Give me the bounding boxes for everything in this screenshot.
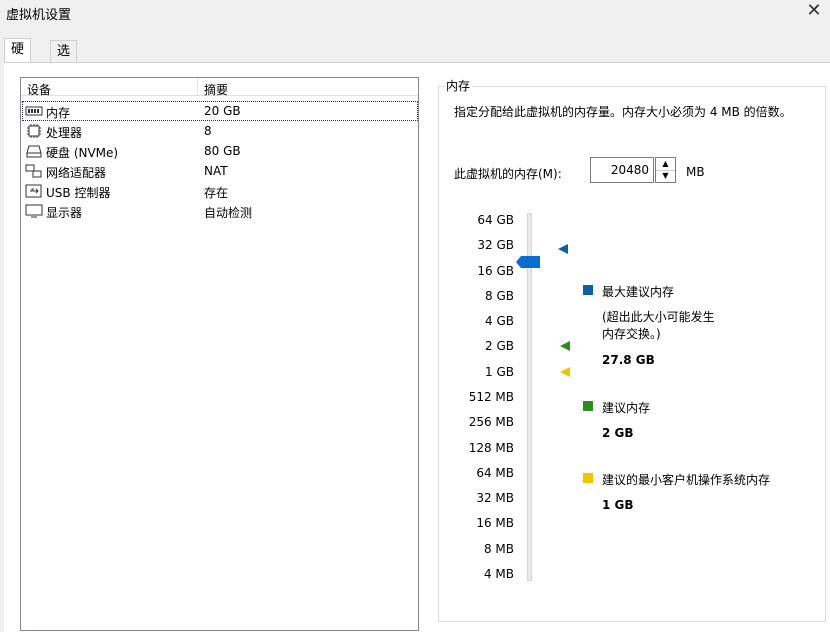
max-memory-note: (超出此大小可能发生内存交换。): [602, 310, 715, 341]
device-name: 处理器: [46, 126, 83, 140]
window-title: 虚拟机设置: [6, 8, 72, 23]
memory-description: 指定分配给此虚拟机的内存量。内存大小必须为 4 MB 的倍数。: [454, 105, 792, 119]
device-list-header: 设备 摘要: [21, 78, 418, 98]
device-row-network-adapter[interactable]: 网络适配器 NAT: [22, 161, 418, 181]
device-name: 内存: [46, 106, 71, 120]
memory-group-title: 内存: [444, 77, 473, 94]
column-divider[interactable]: [197, 78, 198, 95]
scale-label: 16 MB: [476, 516, 514, 530]
close-icon[interactable]: ✕: [802, 0, 826, 24]
memory-icon: [25, 106, 43, 116]
memory-spinner: ▲ ▼: [655, 157, 676, 183]
scale-label: 1 GB: [485, 365, 514, 379]
device-summary: 80 GB: [204, 144, 241, 158]
memory-input-label: 此虚拟机的内存(M):: [454, 167, 562, 181]
scale-label: 8 GB: [485, 289, 514, 303]
scale-label: 4 GB: [485, 314, 514, 328]
memory-unit: MB: [686, 165, 705, 179]
scale-label: 128 MB: [468, 441, 514, 455]
memory-scale: 64 GB 32 GB 16 GB 8 GB 4 GB 2 GB 1 GB 51…: [442, 210, 514, 590]
device-row-display[interactable]: 显示器 自动检测: [22, 201, 418, 221]
recommended-memory-label: 建议内存: [602, 401, 651, 415]
scale-label: 64 GB: [477, 213, 514, 227]
column-header-device[interactable]: 设备: [27, 81, 51, 98]
device-row-hard-disk[interactable]: 硬盘 (NVMe) 80 GB: [22, 141, 418, 161]
memory-input[interactable]: 20480: [590, 157, 654, 183]
memory-slider-track[interactable]: [527, 213, 532, 581]
device-row-processor[interactable]: 处理器 8: [22, 121, 418, 141]
device-name: USB 控制器: [46, 186, 111, 200]
tab-options[interactable]: 选项: [50, 40, 78, 80]
max-memory-value: 27.8 GB: [602, 353, 655, 367]
scale-label: 32 GB: [477, 238, 514, 252]
display-icon: [25, 204, 43, 218]
recommended-memory-marker-icon: [560, 341, 570, 351]
device-row-usb[interactable]: USB 控制器 存在: [22, 181, 418, 201]
max-memory-label: 最大建议内存: [602, 285, 675, 299]
recommended-memory-legend-icon: [583, 401, 593, 411]
network-adapter-icon: [25, 164, 42, 178]
device-name: 显示器: [46, 206, 83, 220]
title-bar: 虚拟机设置 ✕: [0, 0, 830, 26]
processor-icon: [27, 124, 41, 138]
max-memory-legend-icon: [583, 285, 593, 295]
device-summary: 8: [204, 124, 212, 138]
device-summary: 20 GB: [204, 104, 241, 118]
memory-slider-thumb[interactable]: [516, 256, 540, 268]
scale-label: 64 MB: [476, 466, 514, 480]
scale-label: 4 MB: [483, 567, 514, 581]
min-memory-legend-icon: [583, 473, 593, 483]
hard-disk-icon: [26, 145, 42, 158]
column-header-summary[interactable]: 摘要: [204, 81, 228, 98]
device-summary: 存在: [204, 186, 229, 200]
usb-icon: [25, 184, 42, 198]
scale-label: 32 MB: [476, 491, 514, 505]
scale-label: 256 MB: [468, 415, 514, 429]
spin-down-arrow-icon[interactable]: ▼: [656, 170, 675, 182]
device-list[interactable]: 设备 摘要 内存 20 GB 处理器 8 硬盘 (NVMe) 80 GB 网络适…: [20, 77, 419, 631]
max-memory-marker-icon: [558, 244, 568, 254]
device-name: 网络适配器: [46, 166, 107, 180]
min-memory-label: 建议的最小客户机操作系统内存: [602, 473, 771, 487]
recommended-memory-value: 2 GB: [602, 426, 634, 440]
min-memory-value: 1 GB: [602, 498, 634, 512]
scale-label: 8 MB: [483, 542, 514, 556]
scale-label: 16 GB: [477, 264, 514, 278]
scale-label: 2 GB: [485, 339, 514, 353]
min-memory-marker-icon: [560, 367, 570, 377]
tab-hardware[interactable]: 硬件: [4, 38, 32, 78]
device-name: 硬盘 (NVMe): [46, 146, 119, 160]
scale-label: 512 MB: [468, 390, 514, 404]
device-row-memory[interactable]: 内存 20 GB: [22, 101, 418, 121]
device-summary: 自动检测: [204, 206, 253, 220]
device-summary: NAT: [204, 164, 228, 178]
